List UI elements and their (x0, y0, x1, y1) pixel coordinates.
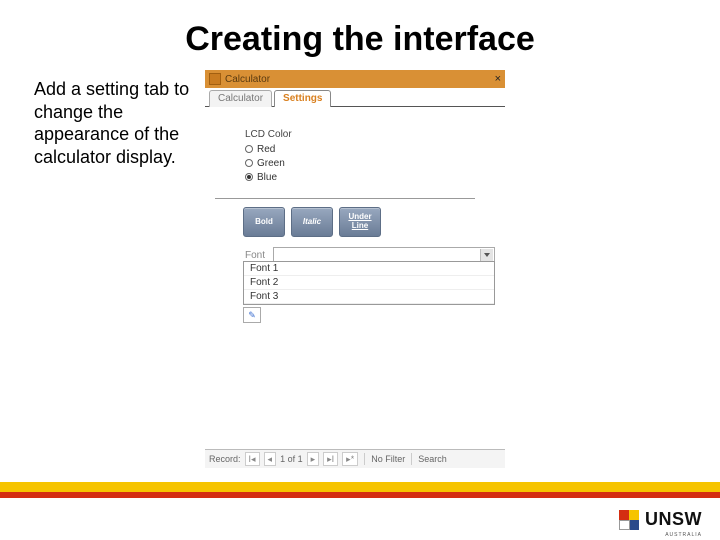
radio-blue[interactable]: Blue (245, 170, 495, 184)
nav-next-button[interactable]: ▸ (307, 452, 320, 466)
tab-settings[interactable]: Settings (274, 90, 331, 107)
app-window: Calculator × Calculator Settings LCD Col… (205, 70, 505, 468)
nav-new-button[interactable]: ▸* (342, 452, 358, 466)
record-position: 1 of 1 (280, 454, 303, 464)
font-option[interactable]: Font 2 (244, 276, 494, 290)
radio-icon (245, 173, 253, 181)
font-option[interactable]: Font 3 (244, 290, 494, 304)
nav-prev-button[interactable]: ◂ (264, 452, 277, 466)
status-bar: Record: I◂ ◂ 1 of 1 ▸ ▸I ▸* No Filter Se… (205, 449, 505, 468)
footer-accent-red (0, 492, 720, 498)
tab-calculator[interactable]: Calculator (209, 90, 272, 107)
slide-body-text: Add a setting tab to change the appearan… (34, 78, 199, 168)
footer-accent-gold (0, 482, 720, 492)
radio-green[interactable]: Green (245, 156, 495, 170)
app-title: Calculator (225, 74, 495, 85)
chevron-down-icon (480, 249, 493, 261)
radio-icon (245, 145, 253, 153)
radio-icon (245, 159, 253, 167)
radio-label: Blue (257, 172, 277, 183)
edit-icon[interactable]: ✎ (243, 307, 261, 323)
radio-red[interactable]: Red (245, 142, 495, 156)
separator (411, 453, 412, 465)
radio-label: Red (257, 144, 275, 155)
nav-last-button[interactable]: ▸I (323, 452, 338, 466)
tab-strip: Calculator Settings (205, 88, 505, 107)
app-titlebar: Calculator × (205, 70, 505, 88)
color-group-label: LCD Color (245, 129, 495, 140)
crest-icon (619, 510, 639, 530)
brand-subtext: AUSTRALIA (665, 532, 702, 538)
settings-panel: LCD Color Red Green Blue Bold Italic Und… (205, 107, 505, 417)
brand-name: UNSW AUSTRALIA (645, 509, 702, 530)
bold-button[interactable]: Bold (243, 207, 285, 237)
font-dropdown-list: Font 1 Font 2 Font 3 (243, 261, 495, 305)
close-icon[interactable]: × (495, 73, 501, 85)
slide-title: Creating the interface (0, 20, 720, 59)
brand-logo: UNSW AUSTRALIA (619, 509, 702, 530)
filter-status[interactable]: No Filter (371, 454, 405, 464)
nav-first-button[interactable]: I◂ (245, 452, 260, 466)
radio-label: Green (257, 158, 285, 169)
font-label: Font (245, 250, 273, 261)
record-label: Record: (209, 454, 241, 464)
italic-button[interactable]: Italic (291, 207, 333, 237)
form-icon (209, 73, 221, 85)
divider (215, 198, 475, 199)
separator (364, 453, 365, 465)
underline-button[interactable]: Under Line (339, 207, 381, 237)
search-field[interactable]: Search (418, 454, 447, 464)
font-option[interactable]: Font 1 (244, 262, 494, 276)
